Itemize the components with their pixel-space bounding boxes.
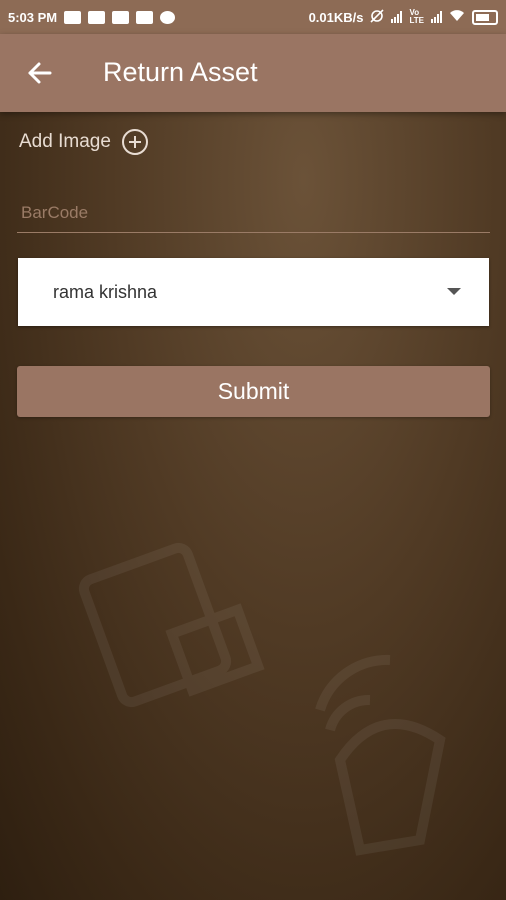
user-select-value: rama krishna	[53, 282, 158, 302]
user-select[interactable]: rama krishna	[18, 258, 489, 326]
barcode-field	[17, 196, 498, 233]
submit-button[interactable]: Submit	[17, 366, 490, 417]
plus-circle-icon[interactable]	[121, 128, 149, 156]
barcode-input[interactable]	[17, 196, 498, 230]
chevron-down-icon[interactable]	[447, 288, 461, 295]
add-image-label: Add Image	[19, 131, 111, 152]
add-image-button[interactable]: Add Image	[19, 128, 149, 156]
